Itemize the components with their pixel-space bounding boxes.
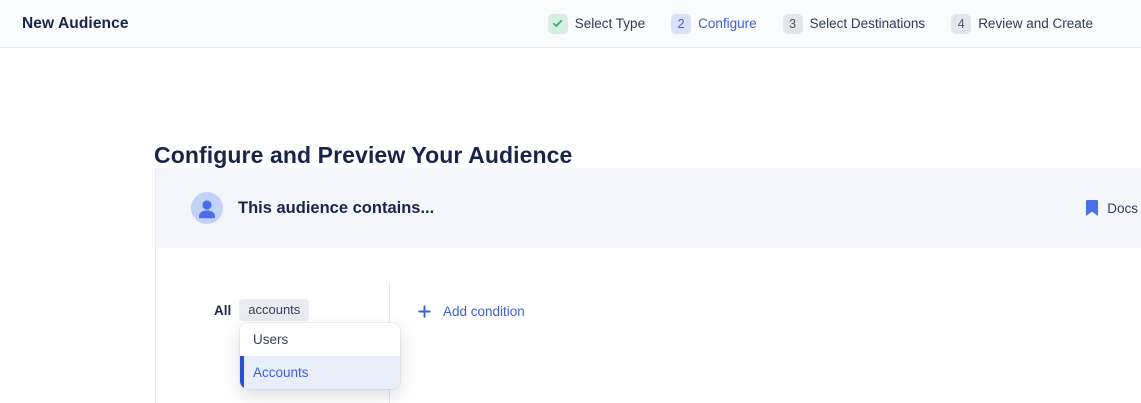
step-label: Review and Create [978,16,1093,31]
step-review-and-create[interactable]: 4 Review and Create [951,14,1093,34]
step-number-badge: 3 [783,14,803,34]
docs-link-label: Docs [1107,201,1138,216]
quantifier-label: All [214,303,231,318]
add-condition-label: Add condition [443,304,525,319]
check-icon [548,14,568,34]
step-number-badge: 4 [951,14,971,34]
add-condition-button[interactable]: Add condition [418,304,525,319]
page-title: Configure and Preview Your Audience [154,142,572,169]
audience-card-body: All accounts Add condition Users Account… [156,248,1141,403]
audience-card-header: This audience contains... Docs [156,168,1141,248]
docs-link[interactable]: Docs [1086,200,1139,216]
dropdown-option-accounts[interactable]: Accounts [240,356,400,389]
audience-card-title: This audience contains... [238,199,434,218]
person-avatar-icon [191,192,223,224]
condition-row: All accounts [214,299,309,321]
plus-icon [418,305,431,318]
step-label: Select Destinations [810,16,926,31]
audience-card: This audience contains... Docs All accou… [155,168,1141,403]
entity-selector-dropdown-trigger[interactable]: accounts [239,299,309,321]
dropdown-option-users[interactable]: Users [240,323,400,356]
main-content: Configure and Preview Your Audience This… [0,48,1141,403]
step-configure[interactable]: 2 Configure [671,14,757,34]
wizard-stepper: Select Type 2 Configure 3 Select Destina… [548,14,1093,34]
entity-dropdown-menu: Users Accounts [240,323,400,389]
bookmark-icon [1086,200,1098,216]
step-label: Configure [698,16,757,31]
topbar: New Audience Select Type 2 Configure 3 S… [0,0,1141,48]
step-number-badge: 2 [671,14,691,34]
step-select-type[interactable]: Select Type [548,14,645,34]
step-select-destinations[interactable]: 3 Select Destinations [783,14,926,34]
page-header-title: New Audience [22,15,129,33]
step-label: Select Type [575,16,645,31]
